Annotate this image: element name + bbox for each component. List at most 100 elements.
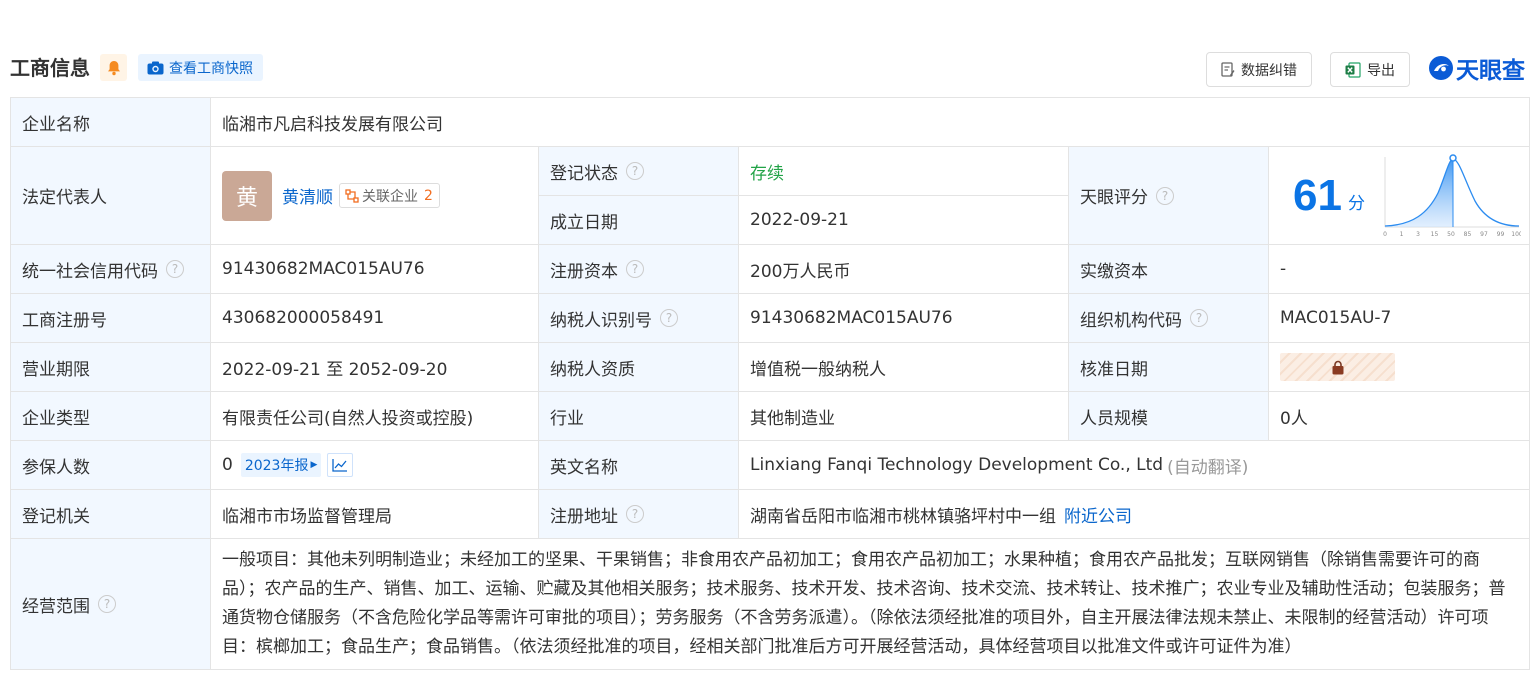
score-axis-tick: 99: [1497, 231, 1505, 238]
label-paid-capital: 实缴资本: [1069, 245, 1269, 294]
value-org-code: MAC015AU-7: [1269, 294, 1530, 343]
view-snapshot-button[interactable]: 查看工商快照: [138, 54, 263, 81]
label-biz-term: 营业期限: [10, 343, 211, 392]
value-company-type: 有限责任公司(自然人投资或控股): [211, 392, 539, 441]
nearby-companies-link[interactable]: 附近公司: [1064, 502, 1132, 527]
table-row: 营业期限 2022-09-21 至 2052-09-20 纳税人资质 增值税一般…: [10, 343, 1530, 392]
label-biz-reg-no: 工商注册号: [10, 294, 211, 343]
value-tianyan-score[interactable]: 61 分 0 1 3 15 50 85 97 99 100: [1269, 147, 1530, 245]
label-tianyan-score-text: 天眼评分: [1080, 188, 1148, 208]
help-icon[interactable]: ?: [1190, 309, 1208, 327]
label-company-type: 企业类型: [10, 392, 211, 441]
label-reg-capital-text: 注册资本: [550, 261, 618, 282]
help-icon[interactable]: ?: [166, 260, 184, 278]
excel-icon: [1345, 61, 1361, 78]
value-taxpayer-id: 91430682MAC015AU76: [739, 294, 1069, 343]
view-snapshot-label: 查看工商快照: [169, 60, 253, 77]
label-legal-rep: 法定代表人: [10, 147, 211, 245]
score-axis-tick: 50: [1447, 231, 1455, 238]
table-row: 企业类型 有限责任公司(自然人投资或控股) 行业 其他制造业 人员规模 0人: [10, 392, 1530, 441]
label-staff-size: 人员规模: [1069, 392, 1269, 441]
value-credit-code: 91430682MAC015AU76: [211, 245, 539, 294]
value-english-name: Linxiang Fanqi Technology Development Co…: [739, 441, 1530, 490]
section-title: 工商信息: [10, 56, 90, 80]
avatar[interactable]: 黄: [222, 170, 272, 221]
table-row: 工商注册号 430682000058491 纳税人识别号? 91430682MA…: [10, 294, 1530, 343]
score-axis-tick: 15: [1431, 231, 1439, 238]
table-row: 统一社会信用代码? 91430682MAC015AU76 注册资本? 200万人…: [10, 245, 1530, 294]
value-reg-authority: 临湘市市场监督管理局: [211, 490, 539, 539]
label-taxpayer-qual: 纳税人资质: [539, 343, 739, 392]
label-taxpayer-id: 纳税人识别号?: [539, 294, 739, 343]
reg-address-text: 湖南省岳阳市临湘市桃林镇骆坪村中一组: [750, 506, 1056, 527]
value-approval-date: [1269, 343, 1530, 392]
lock-icon: [1332, 360, 1343, 374]
score-number: 61: [1293, 170, 1342, 220]
score-axis-tick: 0: [1383, 231, 1387, 238]
label-biz-scope-text: 经营范围: [22, 596, 90, 617]
table-row: 参保人数 0 2023年报 ▶ 英文名称 Linxiang Fanqi Techn…: [10, 441, 1530, 490]
score-axis-tick: 85: [1464, 231, 1472, 238]
value-company-name: 临湘市凡启科技发展有限公司: [211, 97, 1530, 147]
score-unit: 分: [1347, 193, 1365, 214]
help-icon[interactable]: ?: [626, 260, 644, 278]
legal-rep-name-link[interactable]: 黄清顺: [282, 183, 333, 208]
bell-icon[interactable]: [100, 54, 127, 81]
value-biz-reg-no: 430682000058491: [211, 294, 539, 343]
annual-report-label: 2023年报: [244, 458, 309, 474]
insured-count: 0: [222, 455, 233, 475]
label-insured: 参保人数: [10, 441, 211, 490]
edit-doc-icon: [1221, 62, 1235, 77]
table-row: 登记机关 临湘市市场监督管理局 注册地址? 湖南省岳阳市临湘市桃林镇骆坪村中一组…: [10, 490, 1530, 539]
score-axis-tick: 97: [1480, 231, 1488, 238]
value-biz-scope: 一般项目：其他未列明制造业；未经加工的坚果、干果销售；非食用农产品初加工；食用农…: [211, 539, 1530, 670]
value-reg-address: 湖南省岳阳市临湘市桃林镇骆坪村中一组 附近公司: [739, 490, 1530, 539]
value-reg-capital: 200万人民币: [739, 245, 1069, 294]
auto-translate-note: (自动翻译): [1167, 457, 1249, 478]
score-display: 61 分: [1293, 170, 1365, 220]
label-reg-capital: 注册资本?: [539, 245, 739, 294]
related-companies-count: 2: [424, 187, 433, 204]
export-button[interactable]: 导出: [1330, 52, 1410, 87]
value-biz-term: 2022-09-21 至 2052-09-20: [211, 343, 539, 392]
label-biz-scope: 经营范围?: [10, 539, 211, 670]
annual-report-link[interactable]: 2023年报 ▶: [240, 453, 322, 477]
english-name-text: Linxiang Fanqi Technology Development Co…: [750, 455, 1164, 475]
label-reg-authority: 登记机关: [10, 490, 211, 539]
label-company-name: 企业名称: [10, 97, 211, 147]
value-industry: 其他制造业: [739, 392, 1069, 441]
label-org-code-text: 组织机构代码: [1080, 310, 1182, 331]
camera-icon: [147, 61, 164, 75]
label-taxpayer-id-text: 纳税人识别号: [550, 310, 652, 331]
section-header: 工商信息 查看工商快照 数据纠错 导出 天眼查: [0, 0, 1534, 96]
label-reg-address: 注册地址?: [539, 490, 739, 539]
data-correction-label: 数据纠错: [1241, 62, 1297, 79]
value-staff-size: 0人: [1269, 392, 1530, 441]
help-icon[interactable]: ?: [98, 595, 116, 613]
label-est-date: 成立日期: [539, 196, 739, 245]
related-companies-badge[interactable]: 关联企业 2: [339, 183, 440, 208]
help-icon[interactable]: ?: [626, 505, 644, 523]
data-correction-button[interactable]: 数据纠错: [1206, 52, 1312, 87]
value-est-date: 2022-09-21: [739, 196, 1069, 245]
score-axis-tick: 3: [1416, 231, 1420, 238]
label-reg-address-text: 注册地址: [550, 506, 618, 527]
trend-chart-icon[interactable]: [327, 453, 354, 477]
logo-text: 天眼查: [1456, 58, 1525, 84]
label-approval-date: 核准日期: [1069, 343, 1269, 392]
table-row: 法定代表人 黄 黄清顺 关联企业 2 登记状态? 存续 成立日期 2022-09…: [10, 147, 1530, 245]
table-row: 企业名称 临湘市凡启科技发展有限公司: [10, 97, 1530, 147]
score-axis-tick: 100: [1511, 231, 1521, 238]
help-icon[interactable]: ?: [626, 162, 644, 180]
value-paid-capital: -: [1269, 245, 1530, 294]
score-distribution-chart: 0 1 3 15 50 85 97 99 100: [1383, 153, 1521, 238]
label-org-code: 组织机构代码?: [1069, 294, 1269, 343]
help-icon[interactable]: ?: [1156, 186, 1174, 205]
locked-value[interactable]: [1280, 353, 1395, 381]
logo-icon: [1429, 56, 1453, 80]
help-icon[interactable]: ?: [660, 309, 678, 327]
value-legal-rep: 黄 黄清顺 关联企业 2: [211, 147, 539, 245]
score-axis-tick: 1: [1400, 231, 1404, 238]
label-reg-status-text: 登记状态: [550, 163, 618, 184]
related-companies-label: 关联企业: [362, 188, 418, 205]
